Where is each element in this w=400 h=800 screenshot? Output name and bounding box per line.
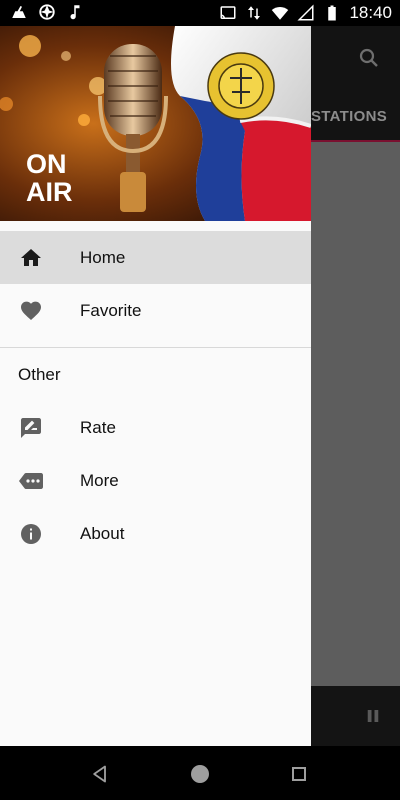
search-icon[interactable]: [357, 46, 381, 70]
drawer-item-more[interactable]: More: [0, 454, 311, 507]
tab-stations[interactable]: STATIONS: [311, 108, 387, 125]
drawer-header-image: ON AIR: [0, 26, 311, 221]
wifi-icon: [272, 6, 289, 20]
heart-icon: [21, 301, 41, 320]
drawer-item-about[interactable]: About: [0, 507, 311, 560]
drawer-item-more-label: More: [80, 470, 119, 490]
cleaner-icon: [12, 6, 26, 18]
section-title-other: Other: [18, 365, 61, 384]
home-nav-button[interactable]: [191, 765, 209, 783]
drawer-item-about-label: About: [80, 523, 125, 543]
home-icon: [21, 248, 41, 266]
battery-icon: [328, 5, 337, 21]
pause-icon[interactable]: [364, 707, 382, 725]
on-air-text: ON AIR: [26, 150, 73, 206]
on-air-line2: AIR: [26, 177, 73, 207]
music-note-icon: [70, 5, 80, 20]
info-icon: [21, 523, 41, 544]
rate-review-icon: [21, 417, 41, 438]
drawer-item-favorite-label: Favorite: [80, 300, 142, 320]
tab-indicator: [311, 140, 400, 142]
drawer-item-favorite[interactable]: Favorite: [0, 284, 311, 337]
data-arrows-icon: [248, 6, 261, 20]
more-tag-icon: [19, 472, 43, 489]
cast-icon: [220, 6, 236, 19]
drawer-item-rate-label: Rate: [80, 417, 116, 437]
clock: 18:40: [349, 3, 392, 22]
signal-icon: [297, 4, 314, 21]
drawer-item-home-label: Home: [80, 247, 126, 267]
aperture-icon: [39, 4, 55, 20]
drawer-item-home[interactable]: Home: [0, 231, 311, 284]
status-bar: 18:40: [0, 0, 400, 26]
drawer-divider: [0, 347, 311, 348]
recents-nav-button[interactable]: [292, 767, 306, 781]
back-icon[interactable]: [90, 764, 110, 784]
navigation-drawer: ON AIR Home Favorite Other Rate More Abo…: [0, 26, 311, 746]
drawer-item-rate[interactable]: Rate: [0, 401, 311, 454]
on-air-line1: ON: [26, 149, 67, 179]
